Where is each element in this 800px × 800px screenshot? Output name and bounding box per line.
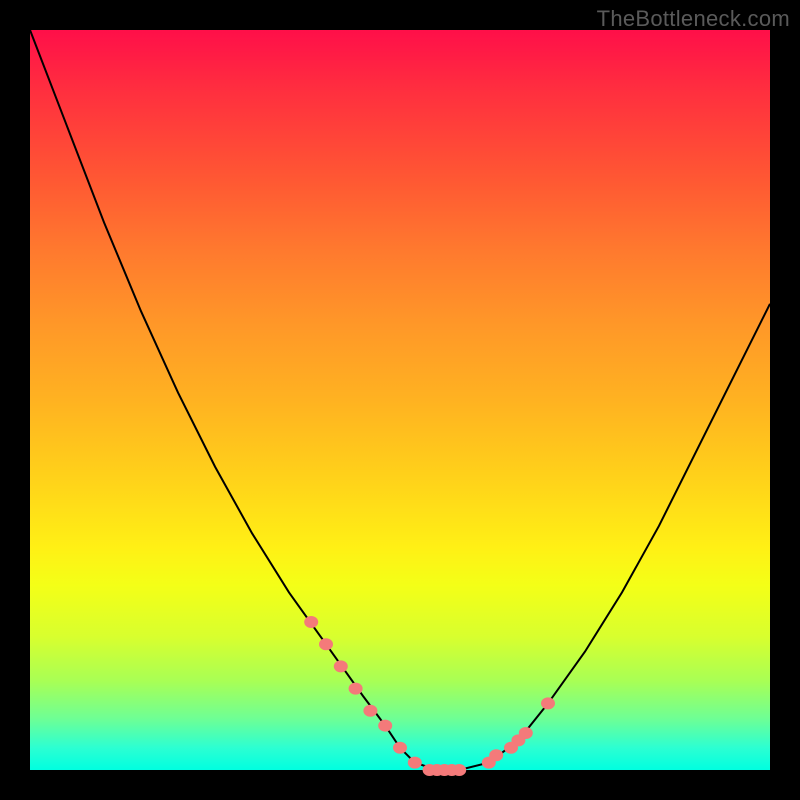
chart-frame: TheBottleneck.com	[0, 0, 800, 800]
curve-marker	[541, 697, 555, 709]
plot-area	[30, 30, 770, 770]
markers-group	[304, 616, 555, 776]
curve-marker	[319, 638, 333, 650]
curve-marker	[408, 757, 422, 769]
curve-marker	[334, 660, 348, 672]
curve-marker	[452, 764, 466, 776]
curve-marker	[519, 727, 533, 739]
bottleneck-curve	[30, 30, 770, 770]
curve-marker	[393, 742, 407, 754]
curve-marker	[349, 683, 363, 695]
curve-marker	[489, 749, 503, 761]
curve-marker	[363, 705, 377, 717]
watermark-text: TheBottleneck.com	[597, 6, 790, 32]
curve-marker	[378, 720, 392, 732]
curve-marker	[304, 616, 318, 628]
curve-svg	[30, 30, 770, 770]
